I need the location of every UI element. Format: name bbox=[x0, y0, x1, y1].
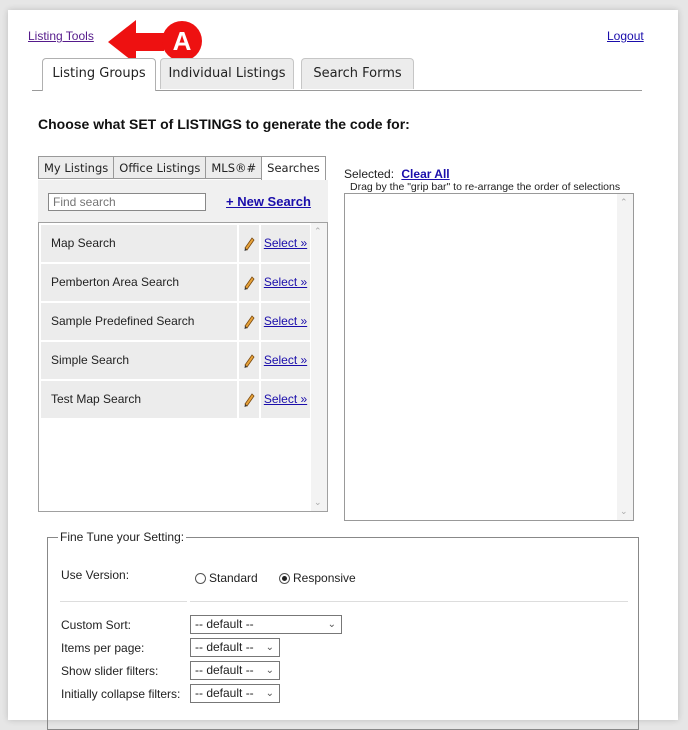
edit-button[interactable] bbox=[239, 303, 259, 340]
show-slider-filters-select[interactable]: -- default -- ⌄ bbox=[190, 661, 280, 680]
select-link[interactable]: Select » bbox=[264, 275, 307, 289]
search-list: Map Search Select » Pemberton Area Searc… bbox=[38, 222, 328, 512]
use-version-label: Use Version: bbox=[61, 568, 130, 582]
subtab-my-listings[interactable]: My Listings bbox=[38, 156, 114, 179]
tab-search-forms[interactable]: Search Forms bbox=[301, 58, 414, 89]
select-link[interactable]: Select » bbox=[264, 392, 307, 406]
pencil-icon bbox=[244, 237, 255, 251]
custom-sort-select[interactable]: -- default -- ⌄ bbox=[190, 615, 342, 634]
radio-responsive-label: Responsive bbox=[293, 571, 356, 585]
edit-button[interactable] bbox=[239, 381, 259, 418]
pencil-icon bbox=[244, 315, 255, 329]
radio-responsive[interactable]: Responsive bbox=[279, 571, 356, 585]
search-list-scrollbar[interactable]: ⌃ ⌄ bbox=[311, 223, 327, 511]
radio-standard[interactable]: Standard bbox=[195, 571, 258, 585]
find-search-input[interactable] bbox=[48, 193, 206, 211]
collapse-filters-label: Initially collapse filters: bbox=[61, 687, 181, 701]
search-name: Test Map Search bbox=[41, 381, 237, 418]
radio-circle-icon bbox=[195, 572, 206, 584]
pencil-icon bbox=[244, 393, 255, 407]
scroll-down-icon[interactable]: ⌄ bbox=[314, 497, 322, 508]
select-link[interactable]: Select » bbox=[264, 236, 307, 250]
tab-individual-listings[interactable]: Individual Listings bbox=[160, 58, 294, 89]
subtab-office-listings[interactable]: Office Listings bbox=[113, 156, 206, 179]
select-link[interactable]: Select » bbox=[264, 314, 307, 328]
edit-button[interactable] bbox=[239, 264, 259, 301]
selected-label: Selected: bbox=[344, 167, 395, 181]
select-link[interactable]: Select » bbox=[264, 353, 307, 367]
show-slider-filters-label: Show slider filters: bbox=[61, 664, 159, 678]
chevron-down-icon: ⌄ bbox=[327, 619, 336, 630]
fine-tune-legend: Fine Tune your Setting: bbox=[60, 530, 185, 544]
custom-sort-value: -- default -- bbox=[195, 617, 254, 631]
items-per-page-label: Items per page: bbox=[61, 641, 145, 655]
search-name: Simple Search bbox=[41, 342, 237, 379]
annotation-label: A bbox=[173, 26, 192, 56]
search-name: Map Search bbox=[41, 225, 237, 262]
radio-checked-icon bbox=[279, 572, 290, 584]
logout-link[interactable]: Logout bbox=[607, 29, 644, 43]
selected-list-scrollbar[interactable]: ⌃ ⌄ bbox=[617, 194, 633, 520]
collapse-filters-value: -- default -- bbox=[195, 686, 254, 700]
custom-sort-label: Custom Sort: bbox=[61, 618, 132, 632]
drag-hint: Drag by the "grip bar" to re-arrange the… bbox=[350, 181, 621, 193]
items-per-page-value: -- default -- bbox=[195, 640, 254, 654]
chevron-down-icon: ⌄ bbox=[265, 688, 274, 699]
divider bbox=[60, 601, 187, 602]
main-tabs: Listing Groups Individual Listings Searc… bbox=[32, 58, 642, 91]
tab-listing-groups[interactable]: Listing Groups bbox=[42, 58, 156, 91]
divider bbox=[190, 601, 628, 602]
edit-button[interactable] bbox=[239, 342, 259, 379]
scroll-up-icon[interactable]: ⌃ bbox=[314, 226, 322, 237]
selected-header: Selected: Clear All bbox=[344, 167, 450, 181]
collapse-filters-select[interactable]: -- default -- ⌄ bbox=[190, 684, 280, 703]
edit-button[interactable] bbox=[239, 225, 259, 262]
listing-tools-link[interactable]: Listing Tools bbox=[28, 29, 94, 43]
source-subtabs: My Listings Office Listings MLS®# Search… bbox=[38, 156, 326, 181]
page-heading: Choose what SET of LISTINGS to generate … bbox=[38, 116, 410, 132]
subtab-searches[interactable]: Searches bbox=[261, 156, 326, 181]
search-name: Sample Predefined Search bbox=[41, 303, 237, 340]
scroll-down-icon[interactable]: ⌄ bbox=[620, 506, 628, 517]
subtab-mls-number[interactable]: MLS®# bbox=[205, 156, 262, 179]
search-name: Pemberton Area Search bbox=[41, 264, 237, 301]
pencil-icon bbox=[244, 276, 255, 290]
scroll-up-icon[interactable]: ⌃ bbox=[620, 197, 628, 208]
clear-all-link[interactable]: Clear All bbox=[401, 167, 449, 181]
chevron-down-icon: ⌄ bbox=[265, 642, 274, 653]
selected-list: ⌃ ⌄ bbox=[344, 193, 634, 521]
chevron-down-icon: ⌄ bbox=[265, 665, 274, 676]
show-slider-filters-value: -- default -- bbox=[195, 663, 254, 677]
new-search-link[interactable]: + New Search bbox=[226, 194, 311, 209]
pencil-icon bbox=[244, 354, 255, 368]
items-per-page-select[interactable]: -- default -- ⌄ bbox=[190, 638, 280, 657]
radio-standard-label: Standard bbox=[209, 571, 258, 585]
searches-panel: + New Search Map Search Select » Pembert… bbox=[38, 180, 328, 512]
